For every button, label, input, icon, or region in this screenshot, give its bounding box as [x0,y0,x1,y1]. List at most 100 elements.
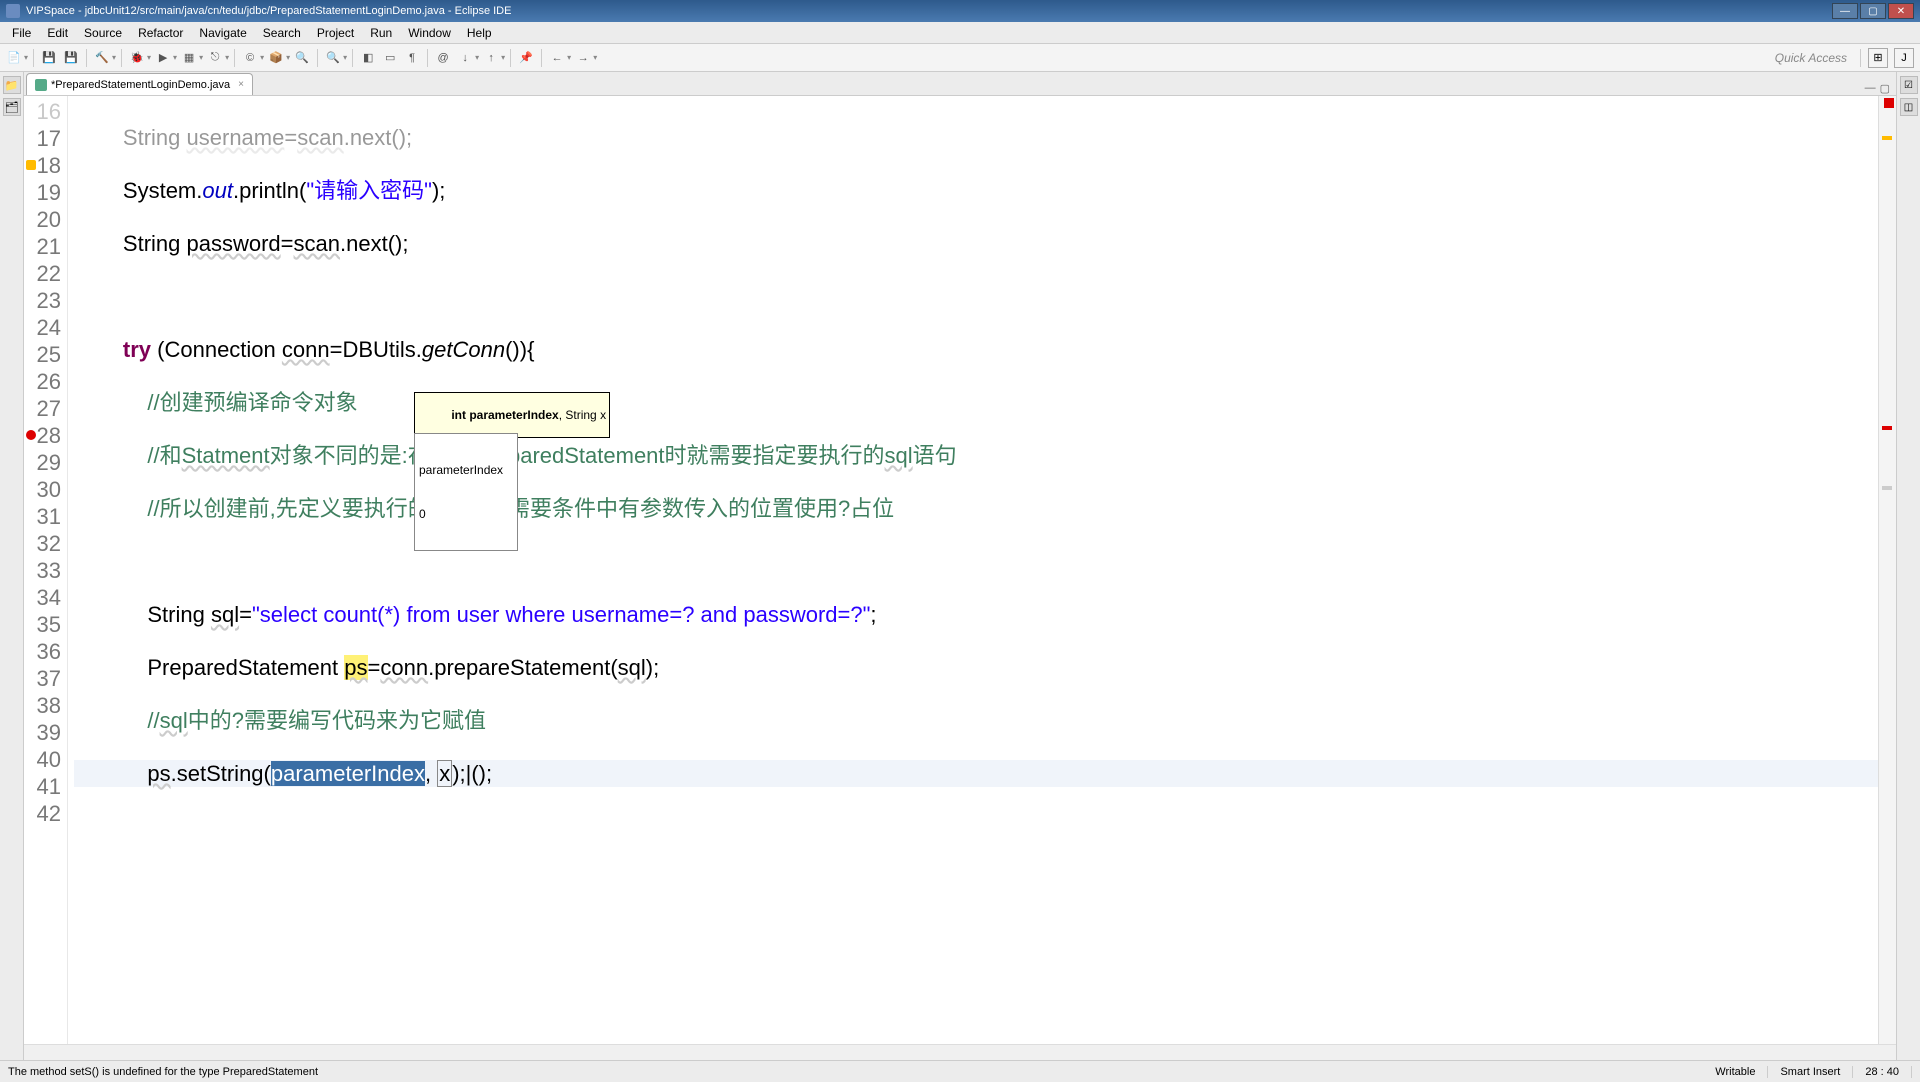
line-number: 29 [24,449,67,476]
app-icon [6,4,20,18]
line-number: 17 [24,125,67,152]
back-icon[interactable]: ← [547,48,567,68]
minimize-button[interactable]: — [1832,3,1858,19]
menu-help[interactable]: Help [459,24,500,42]
prev-annotation-icon[interactable]: ↑ [481,48,501,68]
work-area: 📁 🗂 *PreparedStatementLoginDemo.java × —… [0,72,1920,1060]
menu-window[interactable]: Window [400,24,459,42]
maximize-view-icon[interactable]: ▢ [1880,82,1890,95]
overview-ruler[interactable] [1878,96,1896,1044]
menu-source[interactable]: Source [76,24,130,42]
forward-icon[interactable]: → [573,48,593,68]
line-number: 28 [24,422,67,449]
navigator-icon[interactable]: 🗂 [3,98,21,116]
menu-edit[interactable]: Edit [39,24,76,42]
menu-run[interactable]: Run [362,24,400,42]
line-number: 31 [24,503,67,530]
annotation-icon[interactable]: @ [433,48,453,68]
code-content[interactable]: String username=scan.next(); System.out.… [68,96,1878,1044]
show-whitespace-icon[interactable]: ¶ [402,48,422,68]
overview-warning-mark[interactable] [1882,136,1892,140]
line-number: 24 [24,314,67,341]
editor-tabs: *PreparedStatementLoginDemo.java × — ▢ [24,72,1896,96]
new-package-icon[interactable]: 📦 [266,48,286,68]
title-bar: VIPSpace - jdbcUnit12/src/main/java/cn/t… [0,0,1920,22]
toggle-block-icon[interactable]: ▭ [380,48,400,68]
quick-access[interactable]: Quick Access [1775,51,1855,65]
line-number: 35 [24,611,67,638]
parameter-hint-tooltip: int parameterIndex, String x [414,392,610,438]
popup-item[interactable]: parameterIndex [415,462,517,478]
new-class-icon[interactable]: © [240,48,260,68]
selected-param: parameterIndex [271,761,425,786]
line-number: 21 [24,233,67,260]
task-list-icon[interactable]: ☑ [1900,76,1918,94]
menu-file[interactable]: File [4,24,39,42]
line-number: 27 [24,395,67,422]
menu-navigate[interactable]: Navigate [191,24,254,42]
overview-occurrence-mark[interactable] [1882,486,1892,490]
overview-error-mark[interactable] [1882,426,1892,430]
popup-item[interactable]: 0 [415,506,517,522]
debug-icon[interactable]: 🐞 [127,48,147,68]
build-icon[interactable]: 🔨 [92,48,112,68]
window-title: VIPSpace - jdbcUnit12/src/main/java/cn/t… [26,5,511,17]
tooltip-bold: int parameterIndex [451,408,558,422]
line-gutter: 1617181920212223242526272829303132333435… [24,96,68,1044]
line-number: 30 [24,476,67,503]
right-trim: ☑ ◫ [1896,72,1920,1060]
close-button[interactable]: ✕ [1888,3,1914,19]
line-number: 19 [24,179,67,206]
menu-refactor[interactable]: Refactor [130,24,191,42]
window-controls: — ▢ ✕ [1832,3,1914,19]
tab-close-icon[interactable]: × [234,79,244,90]
line-number: 16 [24,98,67,125]
status-insert-mode: Smart Insert [1768,1066,1853,1078]
horizontal-scrollbar[interactable] [24,1044,1896,1060]
line-number: 22 [24,260,67,287]
line-number: 20 [24,206,67,233]
tooltip-rest: , String x [559,408,606,422]
maximize-button[interactable]: ▢ [1860,3,1886,19]
external-icon[interactable]: ⎋ [205,48,225,68]
line-number: 25 [24,341,67,368]
line-number: 39 [24,719,67,746]
status-message: The method setS() is undefined for the t… [8,1066,318,1078]
line-number: 37 [24,665,67,692]
next-annotation-icon[interactable]: ↓ [455,48,475,68]
package-explorer-icon[interactable]: 📁 [3,76,21,94]
coverage-icon[interactable]: ▦ [179,48,199,68]
line-number: 23 [24,287,67,314]
editor-tab[interactable]: *PreparedStatementLoginDemo.java × [26,73,253,95]
tab-toolbar: — ▢ [1865,82,1896,95]
line-number: 32 [24,530,67,557]
outline-icon[interactable]: ◫ [1900,98,1918,116]
code-editor[interactable]: 1617181920212223242526272829303132333435… [24,96,1896,1044]
line-number: 40 [24,746,67,773]
pin-icon[interactable]: 📌 [516,48,536,68]
toolbar: 📄▾ 💾 💾 🔨▾ 🐞▾ ▶▾ ▦▾ ⎋▾ ©▾ 📦▾ 🔍 🔍▾ ◧ ▭ ¶ @… [0,44,1920,72]
line-number: 36 [24,638,67,665]
menu-bar: File Edit Source Refactor Navigate Searc… [0,22,1920,44]
java-file-icon [35,79,47,91]
line-number: 26 [24,368,67,395]
save-icon[interactable]: 💾 [39,48,59,68]
editor-area: *PreparedStatementLoginDemo.java × — ▢ 1… [24,72,1896,1060]
overview-error-icon [1884,98,1894,108]
run-icon[interactable]: ▶ [153,48,173,68]
new-icon[interactable]: 📄 [4,48,24,68]
line-number: 38 [24,692,67,719]
java-perspective-icon[interactable]: J [1894,48,1914,68]
save-all-icon[interactable]: 💾 [61,48,81,68]
open-type-icon[interactable]: 🔍 [292,48,312,68]
search-icon[interactable]: 🔍 [323,48,343,68]
minimize-view-icon[interactable]: — [1865,82,1876,95]
toggle-mark-icon[interactable]: ◧ [358,48,378,68]
line-number: 42 [24,800,67,827]
status-cursor-pos: 28 : 40 [1853,1066,1912,1078]
menu-search[interactable]: Search [255,24,309,42]
menu-project[interactable]: Project [309,24,362,42]
open-perspective-icon[interactable]: ⊞ [1868,48,1888,68]
status-bar: The method setS() is undefined for the t… [0,1060,1920,1082]
autocomplete-popup[interactable]: parameterIndex 0 [414,433,518,551]
